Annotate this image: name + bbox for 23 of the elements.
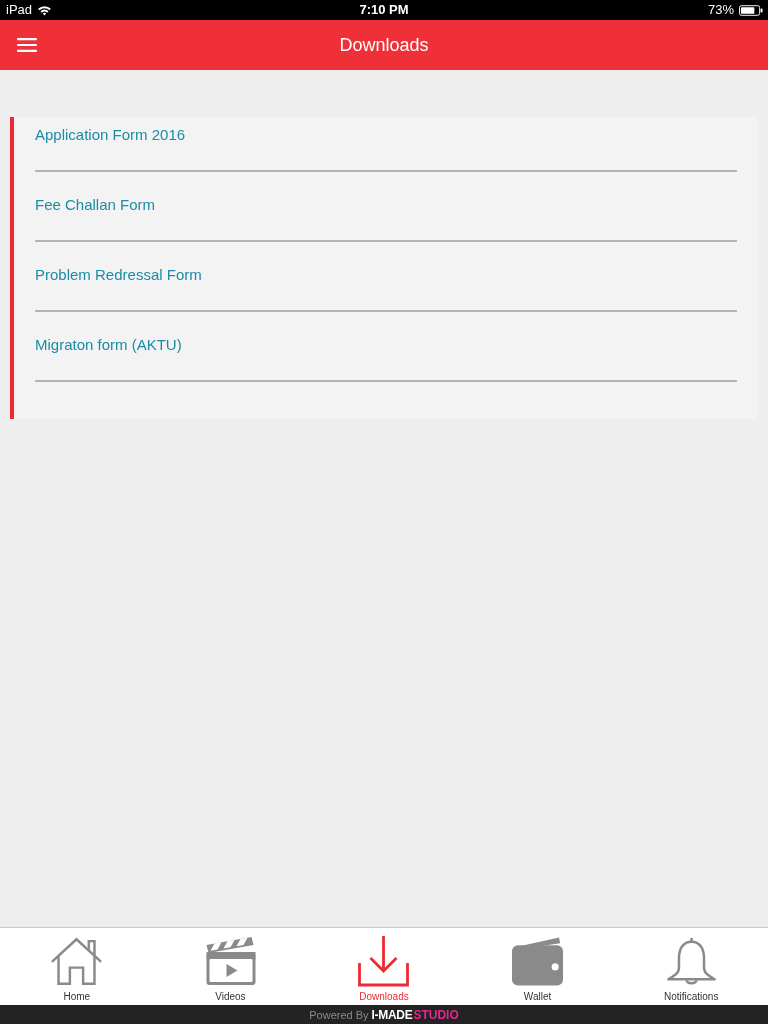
battery-icon [739, 4, 763, 16]
download-link[interactable]: Migraton form (AKTU) [35, 327, 737, 382]
wallet-icon [511, 935, 565, 987]
tab-button[interactable]: Downloads [307, 928, 461, 1005]
download-link[interactable]: Application Form 2016 [35, 117, 737, 172]
download-icon [357, 935, 411, 987]
tab-button[interactable]: Videos [153, 928, 308, 1005]
tab-button[interactable]: Home [0, 928, 154, 1005]
powered-by-label: Powered By [309, 1007, 369, 1022]
wifi-icon [37, 4, 53, 16]
download-link[interactable]: Fee Challan Form [35, 187, 737, 242]
battery-percentage: 73% [707, 2, 734, 18]
download-link[interactable]: Problem Redressal Form [35, 257, 737, 312]
tab-button[interactable]: Notifications [614, 928, 768, 1005]
clock-time: 7:10 PM [359, 2, 409, 18]
tab-button[interactable]: Wallet [460, 928, 615, 1005]
house-icon [50, 935, 104, 987]
brand-name: I-MADE [371, 1007, 413, 1022]
brand-suffix: STUDIO [413, 1007, 459, 1022]
bell-icon [664, 935, 718, 987]
menu-icon [17, 38, 37, 52]
header-title: Downloads [339, 34, 429, 56]
carrier-label: iPad [6, 2, 33, 18]
